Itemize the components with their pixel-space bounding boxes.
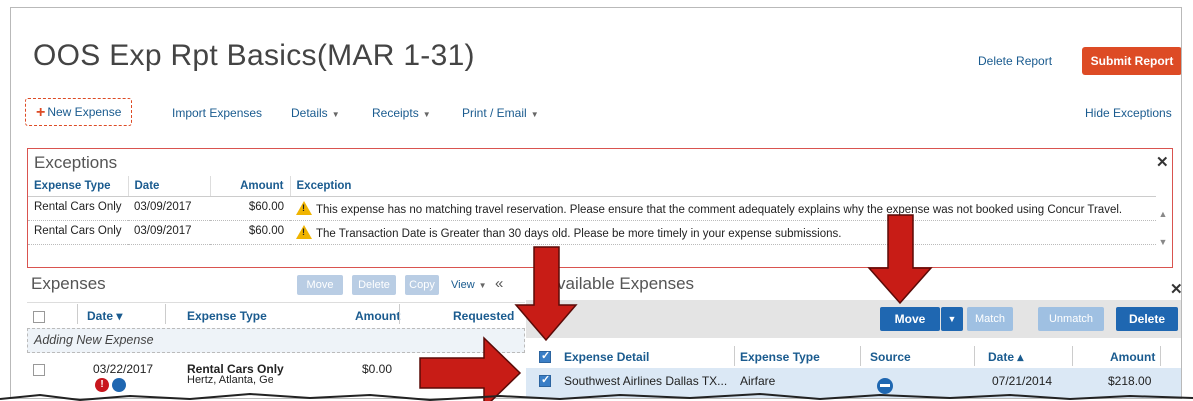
annotation-arrow-down-left: [514, 246, 578, 342]
annotation-arrow-down-move: [867, 214, 933, 305]
annotation-arrows: [419, 214, 933, 401]
torn-edge: [0, 393, 1193, 401]
annotation-arrow-right: [419, 336, 522, 401]
